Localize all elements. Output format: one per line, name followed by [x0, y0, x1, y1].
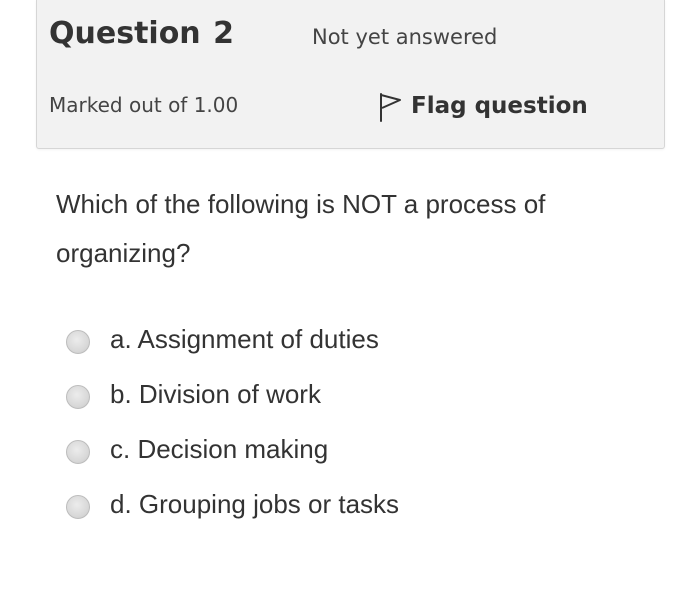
answer-option-c[interactable]: c. Decision making — [66, 422, 626, 477]
question-text: Which of the following is NOT a process … — [56, 189, 546, 268]
answer-option-a[interactable]: a. Assignment of duties — [66, 312, 626, 367]
question-state: Not yet answered — [312, 25, 498, 49]
flag-question-label: Flag question — [411, 93, 588, 119]
radio-button[interactable] — [66, 329, 90, 354]
answer-label: c. Decision making — [110, 434, 329, 464]
radio-button[interactable] — [66, 384, 90, 409]
answer-option-d[interactable]: d. Grouping jobs or tasks — [66, 477, 626, 532]
question-grade: Marked out of 1.00 — [49, 93, 239, 117]
question-title-label: Question — [49, 16, 201, 51]
question-info-panel: Question 2 Not yet answered Marked out o… — [36, 0, 665, 149]
answer-label: a. Assignment of duties — [110, 324, 379, 354]
flag-icon — [377, 89, 403, 123]
question-title: Question 2 — [49, 14, 234, 54]
answer-list: a. Assignment of duties b. Division of w… — [66, 312, 626, 532]
question-number: 2 — [213, 16, 234, 51]
flag-question-button[interactable]: Flag question — [377, 86, 588, 126]
radio-button[interactable] — [66, 494, 90, 519]
answer-option-b[interactable]: b. Division of work — [66, 367, 626, 422]
radio-button[interactable] — [66, 439, 90, 464]
answer-label: b. Division of work — [110, 379, 321, 409]
answer-label: d. Grouping jobs or tasks — [110, 489, 400, 519]
